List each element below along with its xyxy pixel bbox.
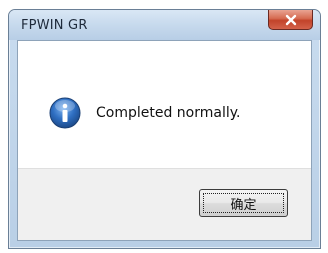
ok-button[interactable]: 确定 — [199, 189, 288, 217]
close-button[interactable] — [268, 10, 313, 30]
message-text: Completed normally. — [96, 105, 241, 121]
dialog-content: Completed normally. 确定 — [17, 40, 312, 241]
title-bar[interactable]: FPWIN GR — [9, 10, 320, 40]
close-icon — [285, 14, 296, 25]
dialog-window: FPWIN GR Completed normally. 确定 — [8, 9, 321, 249]
window-title: FPWIN GR — [21, 18, 88, 33]
info-icon — [49, 97, 81, 129]
button-area: 确定 — [18, 168, 311, 240]
